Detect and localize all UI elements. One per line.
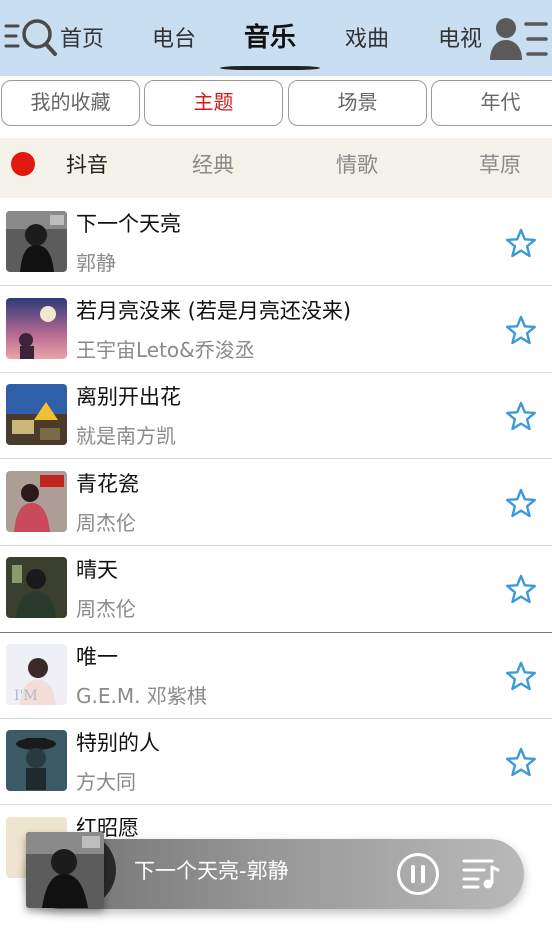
album-cover: I'M	[6, 644, 67, 705]
active-tag-dot	[11, 152, 35, 176]
now-playing-text[interactable]: 下一个天亮-郭静	[134, 858, 289, 884]
song-row[interactable]: 离别开出花 就是南方凯	[0, 373, 552, 459]
song-title: 青花瓷	[76, 472, 139, 496]
song-title: 离别开出花	[76, 385, 181, 409]
song-row[interactable]: 若月亮没来 (若是月亮还没来) 王宇宙Leto&乔浚丞	[0, 287, 552, 373]
song-artist: G.E.M. 邓紫棋	[76, 684, 207, 708]
pill-favorites[interactable]: 我的收藏	[1, 80, 140, 126]
song-artist: 就是南方凯	[76, 424, 176, 448]
user-menu-button[interactable]	[490, 16, 548, 62]
song-artist: 周杰伦	[76, 511, 136, 535]
favorite-star-icon[interactable]	[505, 228, 537, 258]
favorite-star-icon[interactable]	[505, 315, 537, 345]
now-playing-cover[interactable]	[26, 832, 104, 908]
nav-tab-radio[interactable]: 电台	[152, 20, 196, 60]
album-cover	[6, 730, 67, 791]
song-title: 晴天	[76, 558, 118, 582]
song-artist: 周杰伦	[76, 597, 136, 621]
album-cover	[6, 298, 67, 359]
song-row[interactable]: 晴天 周杰伦	[0, 546, 552, 632]
album-cover	[6, 211, 67, 272]
song-artist: 方大同	[76, 770, 136, 794]
tag-grassland[interactable]: 草原	[479, 151, 521, 179]
song-row[interactable]: 下一个天亮 郭静	[0, 200, 552, 286]
pill-scene[interactable]: 场景	[288, 80, 427, 126]
song-artist: 郭静	[76, 251, 116, 275]
song-row[interactable]: I'M 唯一 G.E.M. 邓紫棋	[0, 633, 552, 719]
favorite-star-icon[interactable]	[505, 488, 537, 518]
song-title: 唯一	[76, 645, 118, 669]
song-title: 特别的人	[76, 731, 160, 755]
song-title: 下一个天亮	[76, 212, 181, 236]
nav-tab-music[interactable]: 音乐	[244, 18, 296, 58]
song-row[interactable]: 青花瓷 周杰伦	[0, 460, 552, 546]
active-tab-indicator	[220, 66, 320, 70]
user-menu-icon	[490, 18, 548, 60]
svg-text:I'M: I'M	[14, 688, 38, 704]
favorite-star-icon[interactable]	[505, 401, 537, 431]
song-row[interactable]: 特别的人 方大同	[0, 719, 552, 805]
pause-button[interactable]	[396, 852, 440, 896]
album-cover	[6, 384, 67, 445]
nav-tab-opera[interactable]: 戏曲	[345, 20, 389, 60]
search-icon	[4, 19, 57, 56]
nav-tab-tv[interactable]: 电视	[438, 20, 482, 60]
playlist-button[interactable]	[462, 856, 500, 890]
song-title: 若月亮没来 (若是月亮还没来)	[76, 299, 352, 323]
album-cover	[6, 471, 67, 532]
favorite-star-icon[interactable]	[505, 661, 537, 691]
album-cover	[6, 557, 67, 618]
pause-icon	[397, 853, 439, 895]
tag-love-songs[interactable]: 情歌	[336, 151, 378, 179]
search-menu-button[interactable]	[4, 16, 58, 60]
favorite-star-icon[interactable]	[505, 747, 537, 777]
category-pill-row: 我的收藏 主题 场景 年代	[0, 78, 552, 128]
pill-era[interactable]: 年代	[431, 80, 552, 126]
pill-theme[interactable]: 主题	[144, 80, 283, 126]
tag-classic[interactable]: 经典	[192, 151, 234, 179]
playlist-icon	[462, 859, 500, 889]
favorite-star-icon[interactable]	[505, 574, 537, 604]
nav-tab-home[interactable]: 首页	[60, 20, 104, 60]
song-artist: 王宇宙Leto&乔浚丞	[76, 338, 255, 362]
tag-douyin[interactable]: 抖音	[66, 151, 108, 179]
